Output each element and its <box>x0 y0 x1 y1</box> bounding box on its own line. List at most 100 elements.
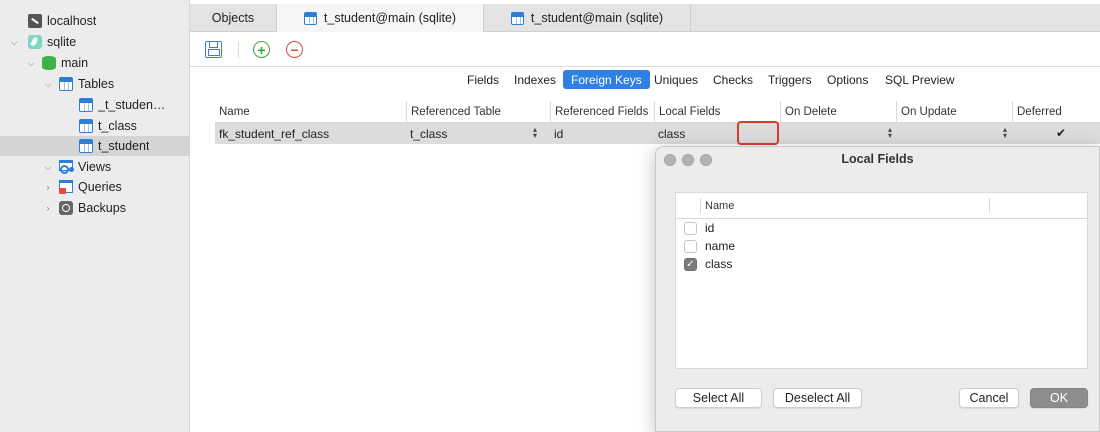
table-icon <box>79 139 93 153</box>
field-checkbox[interactable] <box>684 221 697 235</box>
table-icon <box>79 119 93 133</box>
highlight-annotation-box <box>737 121 779 145</box>
table-row[interactable]: fk_student_ref_class t_class ▴ ▾ id class… <box>215 123 1100 144</box>
cell-name[interactable]: fk_student_ref_class <box>215 123 406 144</box>
field-checkbox[interactable] <box>684 239 697 253</box>
cell-referenced-table-value: t_class <box>410 126 448 141</box>
field-label: class <box>705 257 733 271</box>
column-divider <box>700 198 701 213</box>
chevron-down-icon[interactable]: ⌵ <box>9 37 19 47</box>
field-item-class[interactable]: ✓ class <box>676 255 1087 273</box>
tab-label: t_student@main (sqlite) <box>530 11 664 25</box>
chevron-right-icon[interactable]: › <box>43 203 53 213</box>
tree-item-tables[interactable]: ⌵ Tables <box>0 74 190 94</box>
cancel-button[interactable]: Cancel <box>959 388 1019 408</box>
updown-chevron-icon[interactable]: ▴ ▾ <box>886 126 894 140</box>
column-header-on-delete[interactable]: On Delete <box>780 101 896 123</box>
tables-icon <box>59 77 73 91</box>
field-label: id <box>705 221 715 235</box>
tree-item-t-student-old[interactable]: _t_student_old <box>0 95 190 115</box>
column-header-referenced-fields[interactable]: Referenced Fields <box>550 101 654 123</box>
tree-label: main <box>61 56 89 70</box>
column-header-on-update[interactable]: On Update <box>896 101 1012 123</box>
subtab-uniques[interactable]: Uniques <box>646 70 706 89</box>
field-checkbox-checked[interactable]: ✓ <box>684 257 697 271</box>
tree-item-sqlite[interactable]: ⌵ sqlite <box>0 32 190 52</box>
table-icon <box>510 11 524 25</box>
column-header-local-fields[interactable]: Local Fields <box>654 101 780 123</box>
add-foreign-key-button[interactable]: + <box>253 41 270 58</box>
subtab-triggers[interactable]: Triggers <box>760 70 820 89</box>
dialog-title: Local Fields <box>841 152 914 166</box>
fields-list-header: Name <box>676 193 1087 219</box>
table-edit-icon <box>303 11 317 25</box>
subtab-indexes[interactable]: Indexes <box>506 70 564 89</box>
subtab-options[interactable]: Options <box>819 70 876 89</box>
tree-label: sqlite <box>47 35 77 49</box>
tree-label: localhost <box>47 14 97 28</box>
tree-item-t-class[interactable]: t_class <box>0 116 190 136</box>
cell-referenced-table[interactable]: t_class <box>406 123 550 144</box>
tree-label: Views <box>78 160 112 174</box>
subtab-checks[interactable]: Checks <box>705 70 761 89</box>
column-header-name[interactable]: Name <box>705 193 734 219</box>
deferred-checkmark-icon[interactable]: ✔ <box>1056 126 1066 140</box>
plus-icon: + <box>257 41 266 58</box>
save-icon[interactable] <box>205 41 222 58</box>
sqlite-feather-icon <box>28 35 42 49</box>
design-subtabs: Fields Indexes Foreign Keys Uniques Chec… <box>190 67 1100 97</box>
tab-label: Objects <box>211 11 255 25</box>
column-divider <box>989 198 990 213</box>
toolbar-divider <box>238 42 239 58</box>
select-all-button[interactable]: Select All <box>675 388 762 408</box>
foreign-keys-grid-header: Name Referenced Table Referenced Fields … <box>215 101 1100 123</box>
fields-list: Name id name ✓ class <box>675 192 1088 369</box>
deselect-all-button[interactable]: Deselect All <box>773 388 862 408</box>
column-header-deferred[interactable]: Deferred <box>1012 101 1100 123</box>
tab-objects[interactable]: Objects <box>190 4 277 32</box>
tab-label: t_student@main (sqlite) <box>323 11 457 25</box>
chevron-down-icon[interactable]: ⌵ <box>26 58 36 68</box>
cell-on-update[interactable] <box>896 123 1012 144</box>
toolbar: + − <box>190 32 1100 67</box>
sidebar: localhost ⌵ sqlite ⌵ main ⌵ Tables _t_st… <box>0 0 190 432</box>
dialog-titlebar: Local Fields <box>656 147 1099 173</box>
cell-referenced-fields[interactable]: id <box>550 123 654 144</box>
tree-label: _t_student_old <box>98 98 168 112</box>
table-icon <box>79 98 93 112</box>
tree-label: t_class <box>98 119 137 133</box>
server-icon <box>28 14 42 28</box>
chevron-right-icon[interactable]: › <box>43 182 53 192</box>
tree-label: Backups <box>78 201 126 215</box>
local-fields-dialog: Local Fields Name id name ✓ class Select… <box>655 146 1100 432</box>
subtab-foreign-keys[interactable]: Foreign Keys <box>563 70 650 89</box>
ok-button[interactable]: OK <box>1030 388 1088 408</box>
column-header-referenced-table[interactable]: Referenced Table <box>406 101 550 123</box>
tab-t-student-main[interactable]: t_student@main (sqlite) <box>484 4 691 32</box>
database-icon <box>42 56 56 70</box>
tree-item-queries[interactable]: › Queries <box>0 177 190 197</box>
tree-label: Tables <box>78 77 115 91</box>
column-header-name[interactable]: Name <box>215 101 406 123</box>
updown-chevron-icon[interactable]: ▴ ▾ <box>531 126 539 140</box>
field-item-id[interactable]: id <box>676 219 1087 237</box>
tab-t-student-main-active[interactable]: t_student@main (sqlite) <box>277 4 484 32</box>
chevron-down-icon[interactable]: ⌵ <box>43 162 53 172</box>
updown-chevron-icon[interactable]: ▴ ▾ <box>1001 126 1009 140</box>
tree-label: Queries <box>78 180 122 194</box>
minus-icon: − <box>290 41 299 58</box>
cell-on-delete[interactable] <box>780 123 896 144</box>
views-icon <box>59 160 73 174</box>
remove-foreign-key-button[interactable]: − <box>286 41 303 58</box>
chevron-down-icon[interactable]: ⌵ <box>43 79 53 89</box>
subtab-sql-preview[interactable]: SQL Preview <box>877 70 963 89</box>
tree-item-main[interactable]: ⌵ main <box>0 53 190 73</box>
tree-item-localhost[interactable]: localhost <box>0 11 190 31</box>
field-item-name[interactable]: name <box>676 237 1087 255</box>
backups-icon <box>59 201 73 215</box>
tree-item-views[interactable]: ⌵ Views <box>0 157 190 177</box>
tree-item-backups[interactable]: › Backups <box>0 198 190 218</box>
field-label: name <box>705 239 736 253</box>
subtab-fields[interactable]: Fields <box>459 70 507 89</box>
tree-item-t-student[interactable]: t_student <box>0 136 190 156</box>
